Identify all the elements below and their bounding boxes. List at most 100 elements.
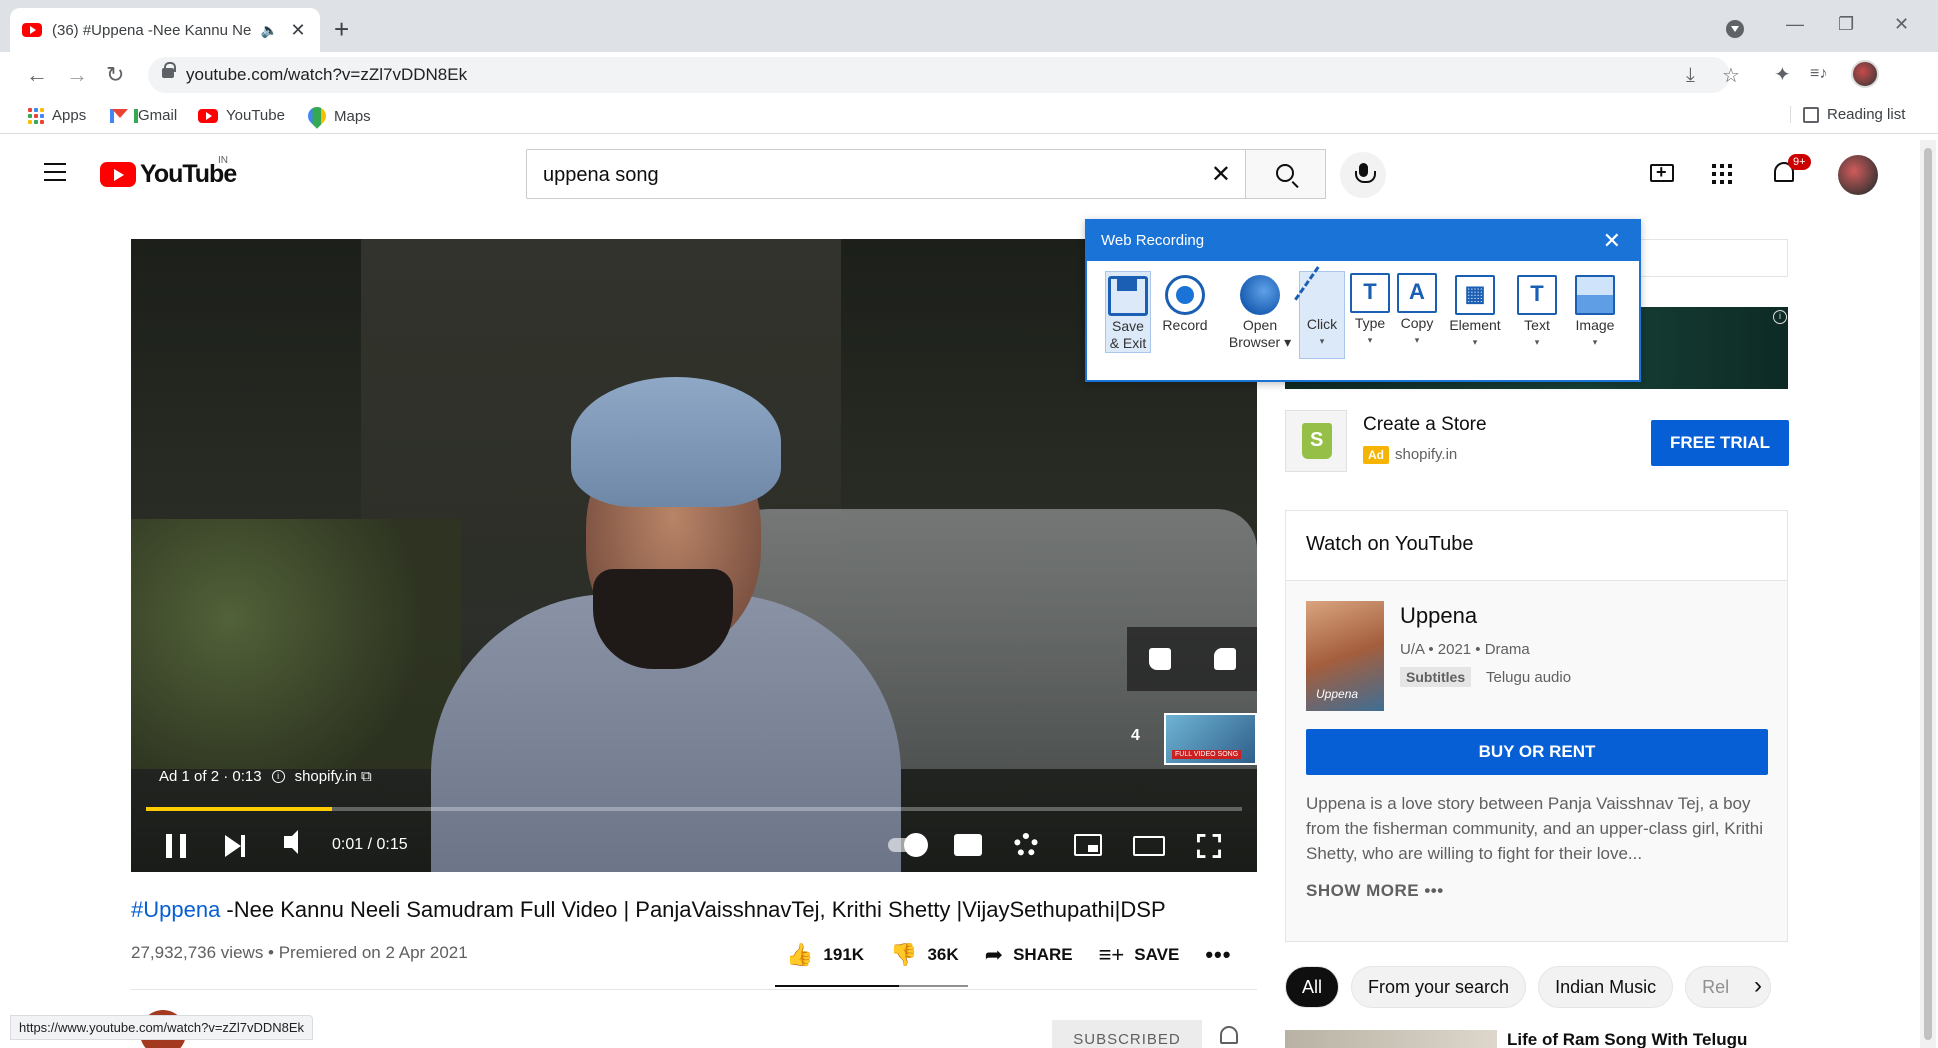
- reading-list-button[interactable]: Reading list: [1790, 106, 1905, 123]
- pause-icon[interactable]: [166, 834, 186, 858]
- reload-button[interactable]: ↻: [106, 62, 124, 88]
- tab-audio-icon[interactable]: 🔈: [261, 22, 278, 39]
- url-text[interactable]: youtube.com/watch?v=zZl7vDDN8Ek: [186, 65, 467, 85]
- record-button[interactable]: Record: [1157, 271, 1213, 334]
- save-exit-button[interactable]: Save & Exit: [1105, 271, 1151, 353]
- save-button[interactable]: ≡+ SAVE: [1099, 942, 1180, 968]
- ad-banner-info-icon[interactable]: i: [1773, 310, 1787, 324]
- thumbs-up-icon[interactable]: [1148, 648, 1171, 670]
- lock-icon[interactable]: [162, 62, 176, 78]
- like-button[interactable]: 👍 191K: [786, 942, 864, 968]
- video-hashtag-link[interactable]: #Uppena: [131, 897, 220, 922]
- info-icon[interactable]: i: [271, 770, 285, 783]
- dropdown-caret-icon[interactable]: ▾: [1593, 334, 1598, 351]
- youtube-logo[interactable]: YouTube: [100, 160, 237, 189]
- create-video-icon[interactable]: [1650, 162, 1674, 183]
- minimize-button[interactable]: —: [1786, 14, 1804, 35]
- bookmark-star-icon[interactable]: ☆: [1722, 63, 1740, 88]
- type-button[interactable]: T Type ▾: [1349, 271, 1391, 349]
- gmail-icon: [110, 108, 138, 123]
- buy-or-rent-button[interactable]: BUY OR RENT: [1306, 729, 1768, 775]
- progress-bar[interactable]: [146, 807, 1242, 811]
- page-scrollbar[interactable]: [1920, 140, 1936, 1048]
- dropdown-caret-icon[interactable]: ▾: [1535, 334, 1540, 351]
- watch-card-header: Watch on YouTube: [1286, 511, 1787, 581]
- dropdown-caret-icon[interactable]: ▾: [1368, 332, 1373, 349]
- image-icon: [1575, 275, 1615, 315]
- new-tab-button[interactable]: +: [334, 14, 349, 45]
- browser-tab[interactable]: (36) #Uppena -Nee Kannu Neeli Samudram F…: [10, 8, 320, 52]
- apps-icon[interactable]: [1712, 164, 1732, 184]
- tool-label: Record: [1162, 317, 1208, 333]
- search-input[interactable]: uppena song ✕: [526, 149, 1246, 199]
- movie-poster[interactable]: Uppena: [1306, 601, 1384, 711]
- bookmark-youtube[interactable]: YouTube: [198, 107, 285, 124]
- bookmark-maps[interactable]: Maps: [304, 103, 371, 129]
- chip-indian-music[interactable]: Indian Music: [1538, 966, 1674, 1008]
- subscription-bell-icon[interactable]: [1220, 1026, 1238, 1044]
- dropdown-caret-icon[interactable]: ▾: [1473, 334, 1478, 351]
- back-button[interactable]: ←: [26, 62, 48, 88]
- search-button[interactable]: [1246, 149, 1326, 199]
- volume-icon[interactable]: [284, 830, 298, 854]
- element-button[interactable]: ▦ Element ▾: [1443, 271, 1507, 351]
- window-close-button[interactable]: ✕: [1894, 14, 1909, 35]
- bookmark-gmail[interactable]: Gmail: [110, 107, 177, 124]
- up-next-thumbnail[interactable]: FULL VIDEO SONG: [1164, 713, 1257, 765]
- cursor-click-icon: [1294, 266, 1350, 322]
- next-icon[interactable]: [225, 835, 245, 857]
- voice-search-button[interactable]: [1340, 152, 1386, 198]
- like-ratio-fill: [775, 985, 899, 987]
- tab-close-icon[interactable]: ✕: [288, 20, 308, 41]
- text-button[interactable]: T Text ▾: [1511, 271, 1563, 351]
- subscribed-button[interactable]: SUBSCRIBED: [1052, 1020, 1202, 1048]
- more-actions-icon[interactable]: •••: [1205, 942, 1231, 968]
- web-recording-titlebar[interactable]: Web Recording ✕: [1087, 221, 1639, 261]
- subtitles-icon[interactable]: [954, 834, 982, 856]
- profile-avatar[interactable]: [1851, 60, 1879, 88]
- store-ad-title[interactable]: Create a Store: [1363, 414, 1487, 436]
- recommended-video-thumbnail[interactable]: [1285, 1030, 1497, 1048]
- extensions-icon[interactable]: ✦: [1774, 62, 1791, 87]
- search-query[interactable]: uppena song: [543, 164, 659, 187]
- search-icon: [1276, 164, 1294, 182]
- image-button[interactable]: Image ▾: [1567, 271, 1623, 351]
- tab-search-icon[interactable]: [1726, 20, 1744, 38]
- dislike-button[interactable]: 👎 36K: [890, 942, 959, 968]
- thumbs-down-icon[interactable]: [1213, 648, 1236, 670]
- tool-label: Text: [1524, 317, 1550, 333]
- clear-search-icon[interactable]: ✕: [1211, 160, 1231, 189]
- recommended-video-title[interactable]: Life of Ram Song With Telugu: [1507, 1030, 1747, 1048]
- free-trial-button[interactable]: FREE TRIAL: [1651, 420, 1789, 466]
- dropdown-caret-icon[interactable]: ▾: [1320, 333, 1325, 350]
- scrollbar-thumb[interactable]: [1924, 148, 1932, 1040]
- restore-button[interactable]: ❐: [1838, 14, 1854, 35]
- settings-gear-icon[interactable]: [1014, 833, 1038, 857]
- install-icon[interactable]: ⤓: [1686, 64, 1695, 87]
- share-button[interactable]: ➦ SHARE: [985, 942, 1073, 968]
- ad-domain-link[interactable]: shopify.in ⧉: [295, 768, 372, 785]
- chip-all[interactable]: All: [1285, 966, 1340, 1008]
- subtitles-badge: Subtitles: [1400, 667, 1472, 687]
- miniplayer-icon[interactable]: [1074, 834, 1102, 856]
- copy-button[interactable]: A Copy ▾: [1395, 271, 1439, 349]
- web-recording-close-icon[interactable]: ✕: [1603, 221, 1621, 261]
- forward-button[interactable]: →: [66, 62, 88, 88]
- tool-label: Image: [1575, 317, 1615, 333]
- click-button[interactable]: Click ▾: [1294, 266, 1350, 359]
- dropdown-caret-icon[interactable]: ▾: [1415, 332, 1420, 349]
- open-browser-button[interactable]: Open Browser ▾: [1225, 271, 1295, 351]
- autoplay-toggle[interactable]: [888, 833, 928, 857]
- menu-icon[interactable]: [44, 163, 66, 181]
- bookmark-apps[interactable]: Apps: [28, 107, 86, 124]
- chip-from-your-search[interactable]: From your search: [1351, 966, 1527, 1008]
- store-ad[interactable]: Create a Store Ad shopify.in FREE TRIAL: [1285, 410, 1789, 474]
- show-more-button[interactable]: SHOW MORE •••: [1306, 881, 1444, 901]
- movie-title[interactable]: Uppena: [1400, 603, 1477, 629]
- media-control-icon[interactable]: ≡♪: [1810, 65, 1827, 83]
- theater-mode-icon[interactable]: [1133, 836, 1165, 856]
- account-avatar[interactable]: [1838, 155, 1878, 195]
- fullscreen-icon[interactable]: [1197, 834, 1221, 858]
- address-bar[interactable]: youtube.com/watch?v=zZl7vDDN8Ek ⤓ ☆: [148, 57, 1740, 93]
- chevron-right-icon[interactable]: ›: [1754, 972, 1762, 1000]
